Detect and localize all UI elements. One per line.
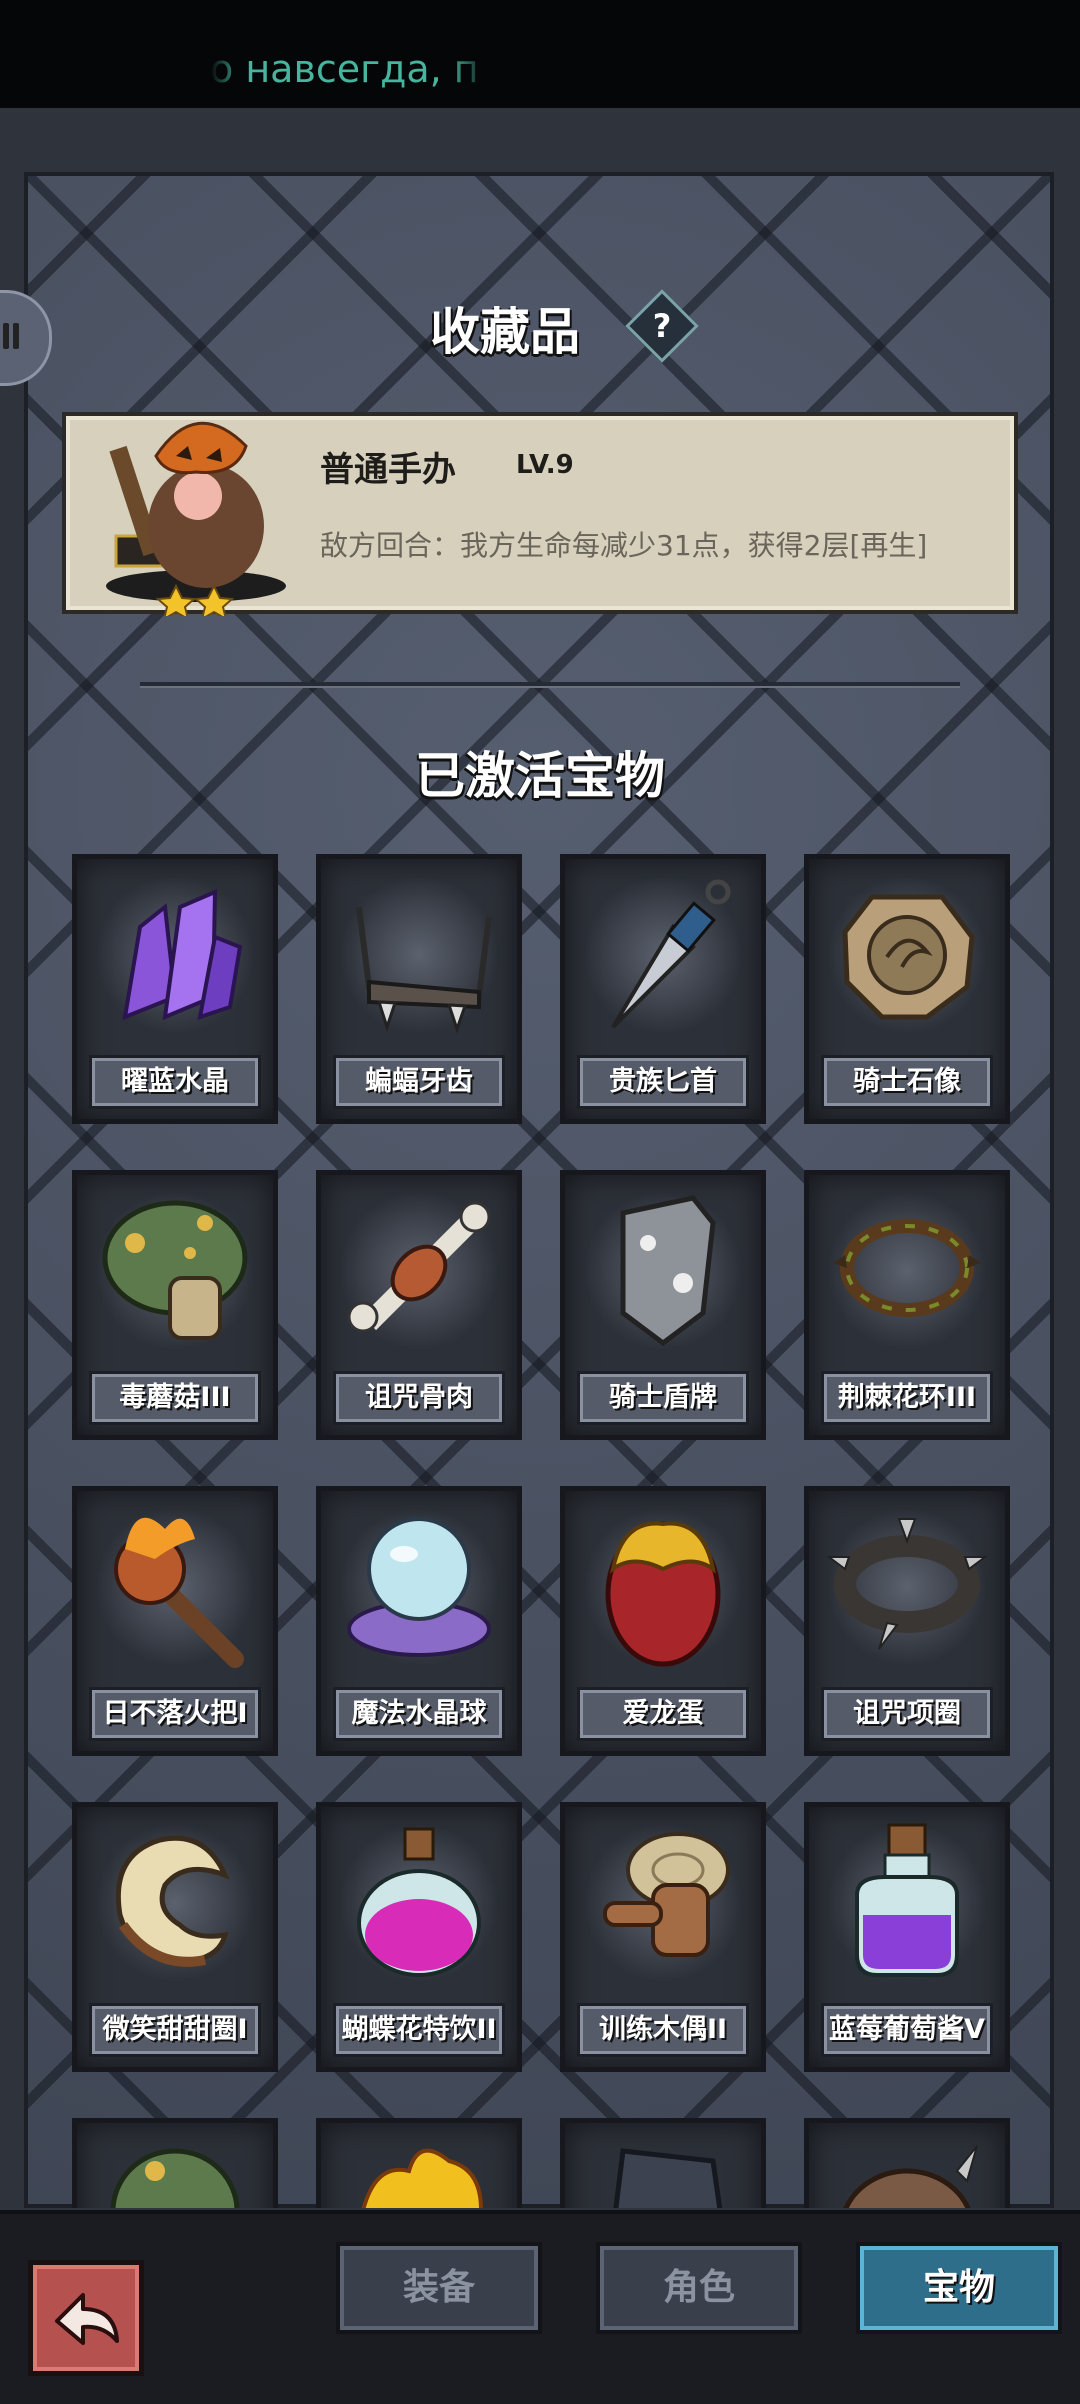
treasure-label: 微笑甜甜圈I xyxy=(89,2003,261,2057)
knight-shield-icon xyxy=(620,1195,716,1347)
treasure-tile[interactable]: 诅咒骨肉 xyxy=(316,1170,522,1440)
treasure-label: 曜蓝水晶 xyxy=(89,1055,261,1109)
treasure-label: 骑士盾牌 xyxy=(577,1371,749,1425)
treasure-label: 蝴蝶花特饮II xyxy=(333,2003,505,2057)
pink-potion-icon xyxy=(357,1827,481,1977)
bottom-nav: 装备 角色 宝物 xyxy=(0,2210,1080,2404)
treasure-tile[interactable]: 骑士盾牌 xyxy=(560,1170,766,1440)
training-dummy-icon xyxy=(603,1832,730,1957)
treasure-label: 训练木偶II xyxy=(577,2003,749,2057)
tab-character[interactable]: 角色 xyxy=(596,2242,802,2334)
back-arrow-icon xyxy=(55,2293,119,2345)
purple-crystal-icon xyxy=(122,888,243,1021)
treasure-label: 骑士石像 xyxy=(821,1055,993,1109)
treasure-tile[interactable]: 荆棘花环III xyxy=(804,1170,1010,1440)
tab-treasure[interactable]: 宝物 xyxy=(856,2242,1062,2334)
mushroom-icon xyxy=(110,2148,240,2208)
treasure-tile-partial[interactable] xyxy=(804,2118,1010,2208)
dagger-icon xyxy=(611,879,731,1029)
tab-equipment[interactable]: 装备 xyxy=(336,2242,542,2334)
treasure-tile[interactable]: 诅咒项圈 xyxy=(804,1486,1010,1756)
dragon-egg-icon xyxy=(605,1521,721,1667)
flame-icon xyxy=(361,2148,483,2208)
treasure-label: 蓝莓葡萄酱V xyxy=(821,2003,993,2057)
treasure-tile[interactable]: 训练木偶II xyxy=(560,1802,766,2072)
treasure-tile[interactable]: 骑士石像 xyxy=(804,854,1010,1124)
thorn-wreath-icon xyxy=(833,1219,981,1317)
iron-box-icon xyxy=(613,2148,723,2208)
spiked-helmet-icon xyxy=(843,2145,978,2208)
treasure-label: 贵族匕首 xyxy=(577,1055,749,1109)
back-button[interactable] xyxy=(28,2260,144,2376)
treasure-label: 爱龙蛋 xyxy=(577,1687,749,1741)
purple-potion-icon xyxy=(855,1823,959,1977)
treasure-tile[interactable]: 蓝莓葡萄酱V xyxy=(804,1802,1010,2072)
treasure-label: 蝙蝠牙齿 xyxy=(333,1055,505,1109)
crystal-ball-icon xyxy=(347,1517,491,1657)
torch-icon xyxy=(114,1517,244,1668)
treasure-label: 日不落火把I xyxy=(89,1687,261,1741)
treasure-tile[interactable]: 蝙蝠牙齿 xyxy=(316,854,522,1124)
treasure-label: 诅咒骨肉 xyxy=(333,1371,505,1425)
treasure-tile[interactable]: 爱龙蛋 xyxy=(560,1486,766,1756)
treasure-label: 毒蘑菇III xyxy=(89,1371,261,1425)
treasure-tile-partial[interactable] xyxy=(72,2118,278,2208)
treasure-label: 魔法水晶球 xyxy=(333,1687,505,1741)
treasure-tile[interactable]: 曜蓝水晶 xyxy=(72,854,278,1124)
treasure-tile[interactable]: 微笑甜甜圈I xyxy=(72,1802,278,2072)
treasure-tile-partial[interactable] xyxy=(316,2118,522,2208)
grid-overflow-row xyxy=(0,2118,1080,2208)
treasure-tile[interactable]: 蝴蝶花特饮II xyxy=(316,1802,522,2072)
treasure-tile[interactable]: 日不落火把I xyxy=(72,1486,278,1756)
bat-fang-icon xyxy=(356,906,492,1034)
treasure-grid: 曜蓝水晶 蝙蝠牙齿 贵族匕首 骑士石像 毒蘑菇III 诅咒骨肉 骑士盾牌 荆棘花… xyxy=(0,0,1080,2400)
stone-medallion-icon xyxy=(842,894,975,1020)
donut-icon xyxy=(115,1835,230,1967)
treasure-label: 诅咒项圈 xyxy=(821,1687,993,1741)
bone-meat-icon xyxy=(347,1201,491,1333)
poison-mushroom-icon xyxy=(102,1200,248,1340)
spiked-collar-icon xyxy=(827,1518,987,1650)
treasure-tile-partial[interactable] xyxy=(560,2118,766,2208)
treasure-tile[interactable]: 贵族匕首 xyxy=(560,854,766,1124)
treasure-label: 荆棘花环III xyxy=(821,1371,993,1425)
treasure-tile[interactable]: 魔法水晶球 xyxy=(316,1486,522,1756)
treasure-tile[interactable]: 毒蘑菇III xyxy=(72,1170,278,1440)
